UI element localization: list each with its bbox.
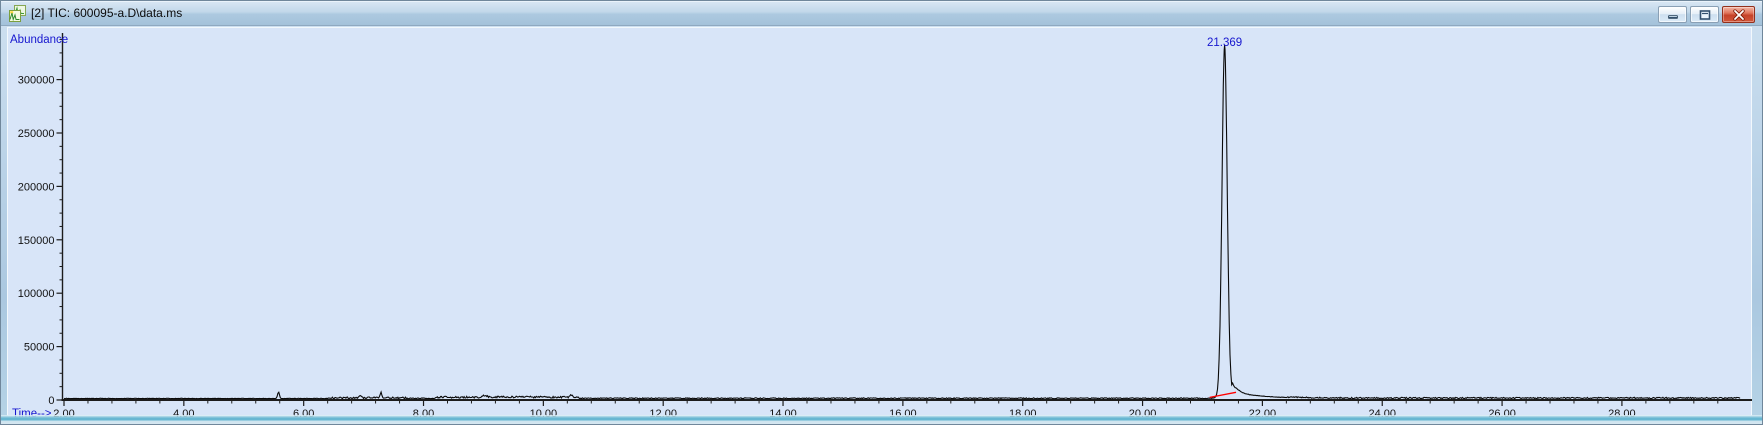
- y-tick-label: 0: [48, 395, 54, 407]
- tic-trace: [64, 45, 1740, 399]
- restore-icon: [1699, 9, 1711, 20]
- y-tick-label: 50000: [24, 342, 55, 354]
- minimize-button[interactable]: [1658, 6, 1687, 23]
- minimize-icon: [1667, 9, 1678, 20]
- y-tick-label: 200000: [18, 181, 55, 193]
- y-tick-label: 150000: [18, 235, 55, 247]
- y-tick-label: 250000: [18, 128, 55, 140]
- y-tick-label: 100000: [18, 288, 55, 300]
- chromatogram-icon: [9, 5, 26, 22]
- window-title: [2] TIC: 600095-a.D\data.ms: [31, 1, 182, 26]
- chromatogram-window: [2] TIC: 600095-a.D\data.ms: [0, 0, 1763, 425]
- y-tick-label: 300000: [18, 75, 55, 87]
- restore-button[interactable]: [1690, 6, 1719, 23]
- window-bottom-frame: [1, 415, 1762, 424]
- window-controls: [1658, 6, 1755, 23]
- close-button[interactable]: [1722, 6, 1755, 23]
- y-axis-title: Abundance: [10, 34, 68, 46]
- chromatogram-plot-area[interactable]: 0500001000001500002000002500003000002.00…: [7, 27, 1752, 416]
- close-icon: [1732, 9, 1745, 20]
- peak-rt-label: 21.369: [1207, 37, 1242, 49]
- window-titlebar[interactable]: [2] TIC: 600095-a.D\data.ms: [1, 1, 1762, 26]
- peak-integration-baseline: [1210, 392, 1236, 397]
- tic-chart: 0500001000001500002000002500003000002.00…: [8, 28, 1753, 417]
